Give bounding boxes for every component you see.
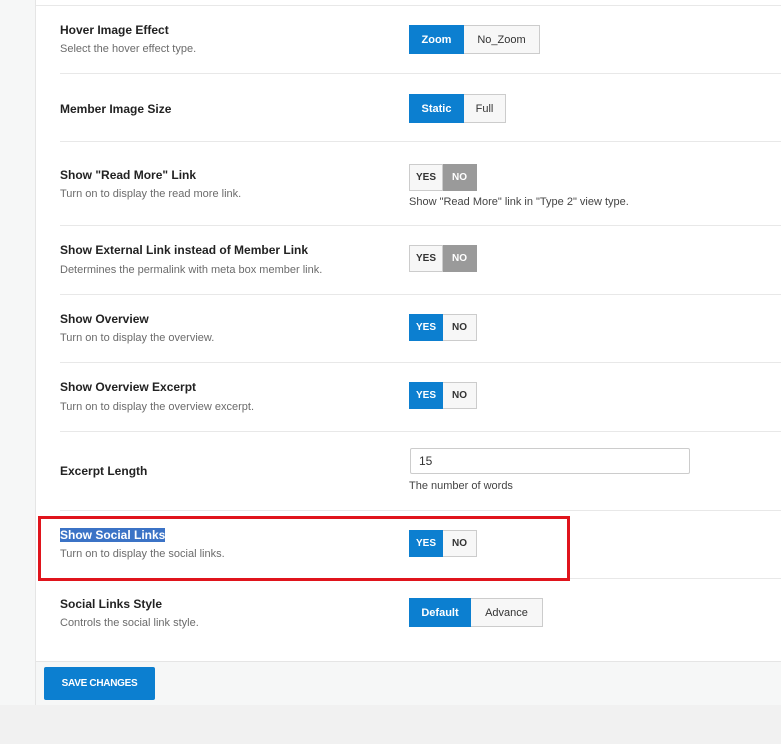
overview-excerpt-label: Show Overview Excerpt	[60, 380, 197, 394]
overview-yes[interactable]: YES	[409, 314, 443, 341]
read-more-desc: Turn on to display the read more link.	[60, 188, 242, 200]
social-links-yes[interactable]: YES	[409, 530, 443, 557]
social-links-toggle: YES NO	[409, 530, 477, 557]
option-default[interactable]: Default	[409, 598, 471, 627]
overview-excerpt-no[interactable]: NO	[443, 382, 477, 409]
hover-effect-label: Hover Image Effect	[60, 23, 169, 37]
overview-no[interactable]: NO	[443, 314, 477, 341]
external-link-no[interactable]: NO	[443, 245, 477, 272]
overview-excerpt-desc: Turn on to display the overview excerpt.	[60, 401, 255, 413]
row-show-overview: Show Overview Turn on to display the ove…	[60, 295, 781, 363]
row-social-links: Show Social Links Turn on to display the…	[60, 511, 781, 579]
excerpt-length-input[interactable]	[410, 448, 690, 474]
social-links-label: Show Social Links	[60, 528, 166, 542]
row-excerpt-length: Excerpt Length The number of words	[60, 432, 781, 511]
external-link-toggle: YES NO	[409, 245, 477, 272]
social-links-desc: Turn on to display the social links.	[60, 548, 225, 560]
social-style-label: Social Links Style	[60, 597, 163, 611]
option-advance[interactable]: Advance	[471, 598, 543, 627]
row-overview-excerpt: Show Overview Excerpt Turn on to display…	[60, 363, 781, 432]
overview-label: Show Overview	[60, 312, 149, 326]
option-no-zoom[interactable]: No_Zoom	[464, 25, 540, 54]
hover-effect-desc: Select the hover effect type.	[60, 43, 197, 55]
overview-desc: Turn on to display the overview.	[60, 332, 215, 344]
hover-effect-selector: Zoom No_Zoom	[409, 25, 540, 54]
external-link-yes[interactable]: YES	[409, 245, 443, 272]
excerpt-length-hint: The number of words	[409, 480, 513, 492]
row-read-more: Show "Read More" Link Turn on to display…	[60, 142, 781, 226]
external-link-desc: Determines the permalink with meta box m…	[60, 264, 323, 276]
row-social-links-style: Social Links Style Controls the social l…	[60, 579, 781, 661]
overview-excerpt-yes[interactable]: YES	[409, 382, 443, 409]
overview-toggle: YES NO	[409, 314, 477, 341]
social-style-selector: Default Advance	[409, 598, 543, 627]
read-more-label: Show "Read More" Link	[60, 168, 197, 182]
row-member-image-size: Member Image Size Static Full	[60, 74, 781, 142]
overview-excerpt-toggle: YES NO	[409, 382, 477, 409]
left-strip	[0, 0, 36, 705]
option-zoom[interactable]: Zoom	[409, 25, 464, 54]
social-links-no[interactable]: NO	[443, 530, 477, 557]
read-more-hint: Show "Read More" link in "Type 2" view t…	[409, 196, 629, 208]
read-more-no[interactable]: NO	[443, 164, 477, 191]
social-style-desc: Controls the social link style.	[60, 617, 199, 629]
excerpt-length-label: Excerpt Length	[60, 464, 148, 478]
read-more-yes[interactable]: YES	[409, 164, 443, 191]
row-hover-image-effect: Hover Image Effect Select the hover effe…	[60, 6, 781, 74]
row-external-link: Show External Link instead of Member Lin…	[60, 226, 781, 295]
external-link-label: Show External Link instead of Member Lin…	[60, 243, 309, 257]
page-bottom	[0, 705, 781, 744]
option-static[interactable]: Static	[409, 94, 464, 123]
option-full[interactable]: Full	[464, 94, 506, 123]
image-size-selector: Static Full	[409, 94, 506, 123]
read-more-toggle: YES NO	[409, 164, 477, 191]
save-changes-button[interactable]: SAVE CHANGES	[44, 667, 155, 700]
image-size-label: Member Image Size	[60, 102, 172, 116]
